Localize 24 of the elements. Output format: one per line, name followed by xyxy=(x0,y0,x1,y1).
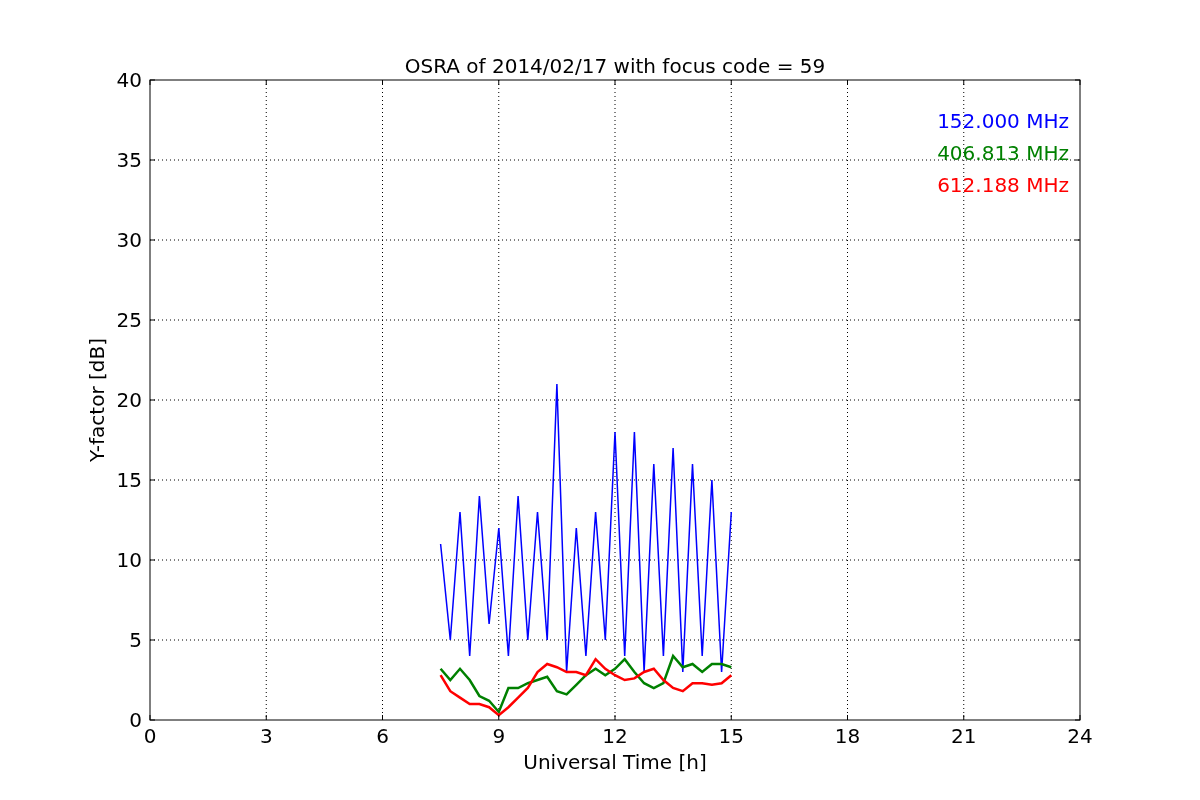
legend-label: 612.188 MHz xyxy=(937,173,1069,197)
x-axis-title: Universal Time [h] xyxy=(523,750,707,774)
chart-title: OSRA of 2014/02/17 with focus code = 59 xyxy=(404,54,826,78)
x-tick-label: 18 xyxy=(834,724,861,748)
y-tick-label: 30 xyxy=(116,228,142,252)
x-tick-label: 12 xyxy=(602,724,628,748)
y-tick-label: 40 xyxy=(116,68,142,92)
y-tick-label: 35 xyxy=(116,148,142,172)
x-tick-label: 24 xyxy=(1067,724,1093,748)
y-tick-label: 5 xyxy=(129,628,142,652)
x-tick-label: 0 xyxy=(143,724,157,748)
y-tick-label: 10 xyxy=(116,548,142,572)
legend-label: 406.813 MHz xyxy=(937,141,1069,165)
x-tick-label: 9 xyxy=(492,724,506,748)
x-tick-label: 6 xyxy=(376,724,389,748)
x-tick-label: 3 xyxy=(259,724,273,748)
y-tick-label: 20 xyxy=(116,388,142,412)
legend-label: 152.000 MHz xyxy=(937,109,1069,133)
y-tick-label: 0 xyxy=(129,708,142,732)
y-tick-label: 15 xyxy=(116,468,142,492)
x-tick-label: 21 xyxy=(951,724,977,748)
x-tick-label: 15 xyxy=(718,724,744,748)
y-tick-label: 25 xyxy=(116,308,142,332)
y-axis-title: Y-factor [dB] xyxy=(85,338,109,462)
